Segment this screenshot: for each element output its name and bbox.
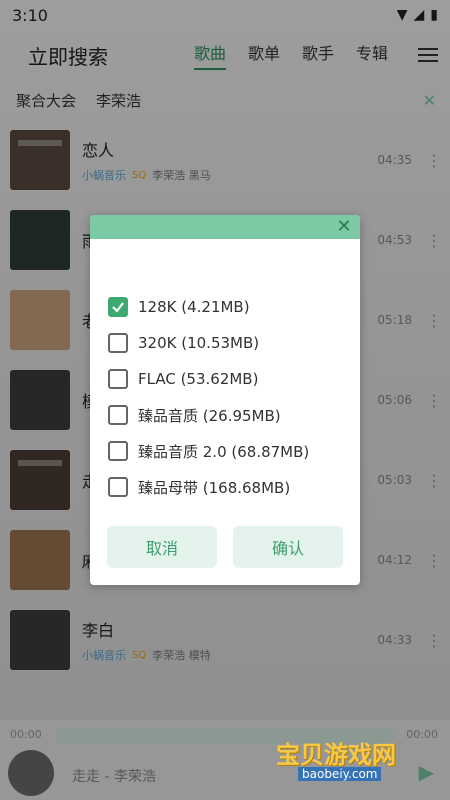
checkbox[interactable] xyxy=(108,297,128,317)
quality-option[interactable]: 臻品音质 (26.95MB) xyxy=(108,397,309,433)
cancel-button[interactable]: 取消 xyxy=(107,526,217,568)
option-label: FLAC (53.62MB) xyxy=(138,370,259,388)
quality-dialog: ✕ 128K (4.21MB) 320K (10.53MB) FLAC (53.… xyxy=(90,215,360,585)
watermark-url: baobeiy.com xyxy=(298,767,382,781)
checkbox[interactable] xyxy=(108,369,128,389)
confirm-button[interactable]: 确认 xyxy=(233,526,343,568)
watermark: 宝贝游戏网 baobeiy.com xyxy=(270,715,400,785)
quality-option[interactable]: 臻品母带 (168.68MB) xyxy=(108,469,309,505)
checkbox[interactable] xyxy=(108,333,128,353)
quality-option[interactable]: FLAC (53.62MB) xyxy=(108,361,309,397)
quality-option[interactable]: 320K (10.53MB) xyxy=(108,325,309,361)
option-label: 臻品音质 2.0 (68.87MB) xyxy=(138,442,310,461)
close-icon[interactable]: ✕ xyxy=(334,217,354,237)
checkbox[interactable] xyxy=(108,405,128,425)
quality-option[interactable]: 臻品音质 2.0 (68.87MB) xyxy=(108,433,309,469)
option-label: 320K (10.53MB) xyxy=(138,334,260,352)
watermark-title: 宝贝游戏网 xyxy=(276,741,396,769)
dialog-header: ✕ xyxy=(90,215,360,239)
quality-options: 128K (4.21MB) 320K (10.53MB) FLAC (53.62… xyxy=(108,289,309,505)
option-label: 128K (4.21MB) xyxy=(138,298,250,316)
option-label: 臻品母带 (168.68MB) xyxy=(138,478,291,497)
checkbox[interactable] xyxy=(108,441,128,461)
option-label: 臻品音质 (26.95MB) xyxy=(138,406,281,425)
quality-option[interactable]: 128K (4.21MB) xyxy=(108,289,309,325)
checkbox[interactable] xyxy=(108,477,128,497)
